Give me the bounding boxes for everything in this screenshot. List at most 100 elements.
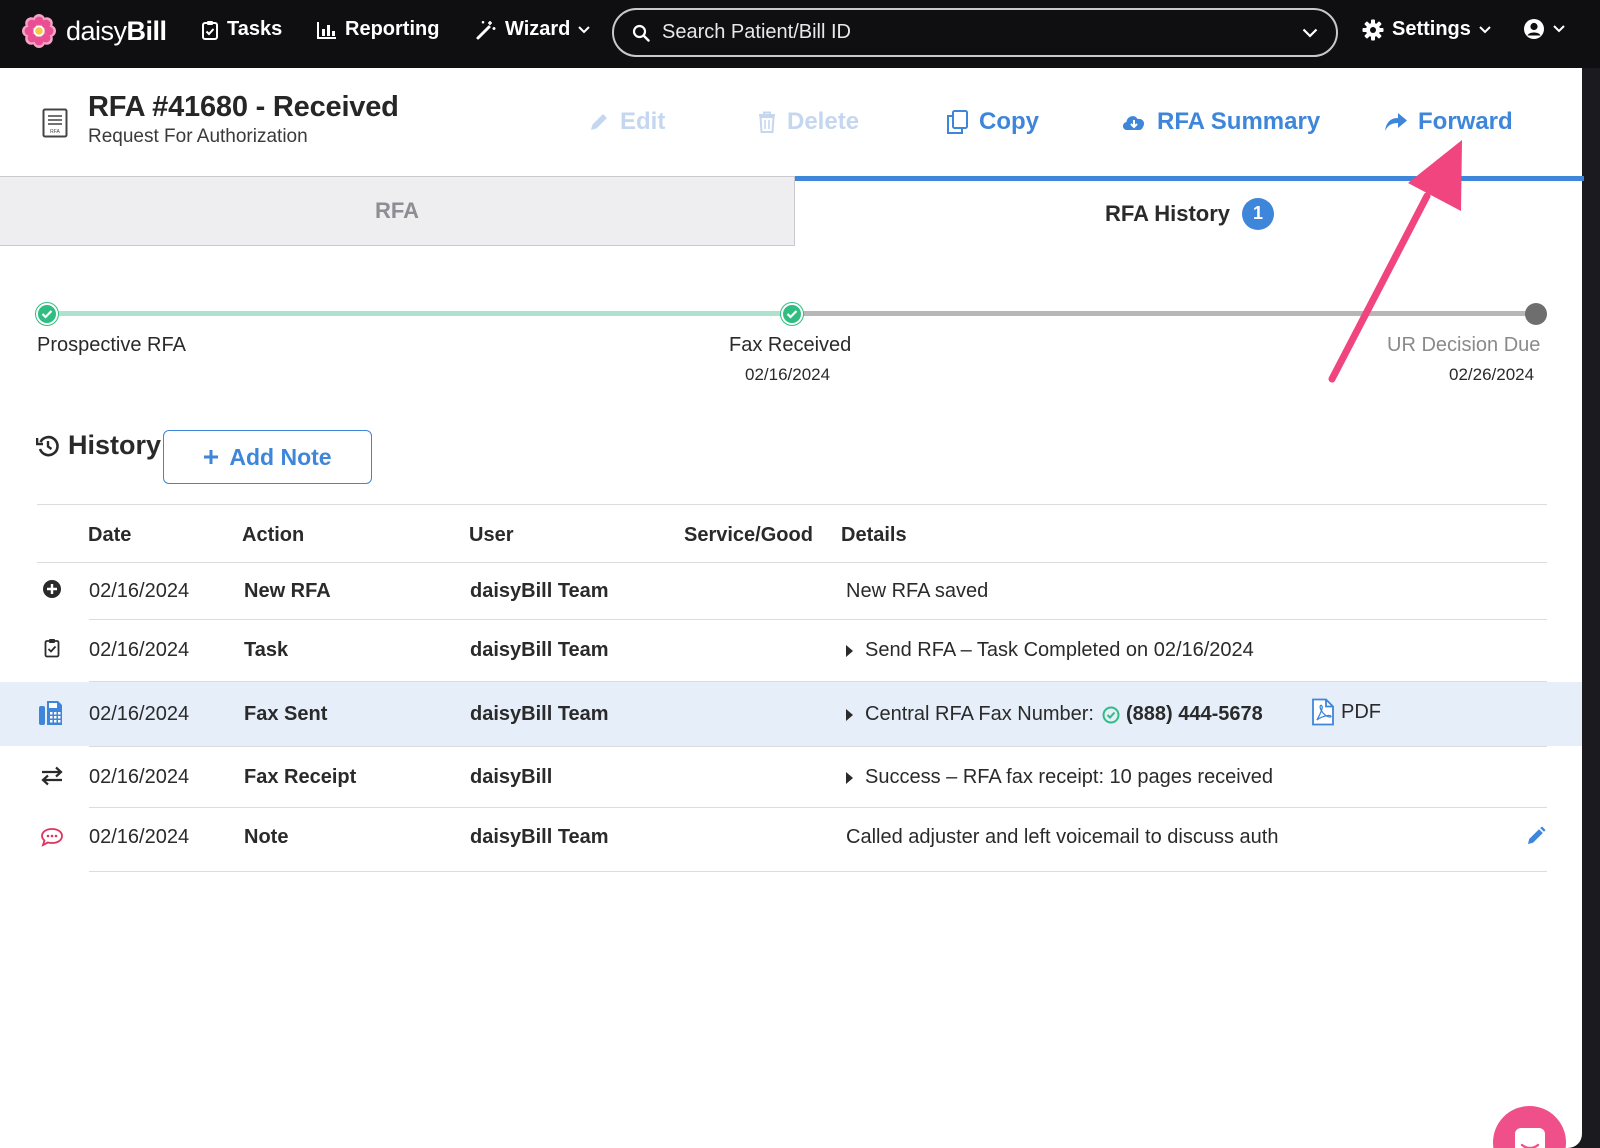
rfa-summary-label: RFA Summary: [1157, 108, 1321, 135]
page-subtitle: Request For Authorization: [88, 126, 308, 147]
caret-right-icon: [846, 708, 853, 721]
search-bar[interactable]: Search Patient/Bill ID: [612, 8, 1338, 57]
nav-reporting[interactable]: Reporting: [317, 18, 439, 41]
row-date: 02/16/2024: [89, 580, 190, 602]
user-menu-dropdown[interactable]: [1523, 18, 1565, 40]
row-user: daisyBill Team: [470, 580, 609, 602]
table-row: 02/16/2024 Note daisyBill Team Called ad…: [0, 808, 1582, 870]
row-details-expandable[interactable]: Success – RFA fax receipt: 10 pages rece…: [846, 766, 1273, 789]
history-heading-label: History: [68, 430, 162, 460]
table-row: 02/16/2024 Fax Receipt daisyBill Success…: [0, 747, 1582, 807]
table-row-highlighted: 02/16/2024 Fax Sent daisyBill Team Centr…: [0, 682, 1582, 746]
nav-settings-dropdown[interactable]: Settings: [1362, 18, 1491, 41]
main-content: RFA RFA #41680 - Received Request For Au…: [0, 68, 1584, 1148]
row-details: Called adjuster and left voicemail to di…: [846, 826, 1279, 848]
row-user: daisyBill Team: [470, 826, 609, 848]
chevron-down-icon[interactable]: [1302, 28, 1318, 38]
clipboard-check-icon: [38, 638, 66, 658]
forward-button[interactable]: Forward: [1384, 108, 1513, 136]
timeline-label-ur-decision-due: UR Decision Due: [1387, 334, 1541, 356]
verified-check-icon: [1102, 706, 1120, 723]
svg-text:RFA: RFA: [50, 129, 60, 135]
row-date: 02/16/2024: [89, 766, 190, 788]
timeline-progress-complete: [46, 311, 791, 316]
chevron-down-icon: [1479, 25, 1491, 33]
edit-button[interactable]: Edit: [588, 108, 665, 136]
magic-wand-icon: [476, 20, 496, 39]
check-icon: [786, 310, 798, 319]
fax-icon: [38, 699, 66, 727]
caret-right-icon: [846, 644, 853, 657]
fax-phone-number: (888) 444-5678: [1125, 703, 1263, 725]
history-heading: History: [36, 430, 161, 461]
row-action: Note: [244, 826, 289, 848]
chevron-down-icon: [1553, 25, 1565, 33]
edit-label: Edit: [620, 108, 666, 135]
table-bottom-divider: [89, 871, 1547, 872]
add-note-label: Add Note: [229, 443, 332, 470]
row-details-expandable[interactable]: Send RFA – Task Completed on 02/16/2024: [846, 639, 1254, 662]
add-note-button[interactable]: Add Note: [163, 430, 372, 484]
pdf-attachment-link[interactable]: PDF: [1311, 698, 1381, 726]
search-icon: [632, 24, 650, 42]
copy-label: Copy: [979, 108, 1039, 135]
timeline-date-ur-decision-due: 02/26/2024: [1449, 365, 1535, 384]
timeline-label-prospective-rfa: Prospective RFA: [37, 334, 186, 356]
timeline-progress-pending: [791, 311, 1535, 316]
column-header-date: Date: [88, 524, 132, 546]
timeline-label-fax-received: Fax Received: [729, 334, 852, 356]
page-title: RFA #41680 - Received: [88, 91, 399, 123]
table-header-divider: [37, 562, 1547, 563]
row-date: 02/16/2024: [89, 703, 190, 725]
row-details-text: Success – RFA fax receipt: 10 pages rece…: [865, 766, 1273, 788]
row-details-text: Central RFA Fax Number:: [865, 703, 1094, 725]
pdf-file-icon: [1312, 698, 1334, 726]
history-count-badge: 1: [1242, 197, 1275, 230]
row-details: New RFA saved: [846, 580, 989, 602]
nav-wizard-label: Wizard: [505, 18, 571, 40]
row-user: daisyBill Team: [470, 639, 609, 661]
timeline-dot-ur-decision-due: [1525, 303, 1547, 325]
tab-rfa-label: RFA: [375, 198, 419, 223]
nav-settings-label: Settings: [1392, 18, 1471, 40]
pencil-icon: [591, 114, 607, 130]
daisybill-logo[interactable]: daisyBill: [22, 14, 167, 48]
rfa-document-icon: RFA: [42, 108, 68, 138]
logo-text-bold: Bill: [126, 15, 168, 46]
search-input[interactable]: Search Patient/Bill ID: [662, 21, 1290, 44]
delete-button[interactable]: Delete: [757, 108, 859, 136]
row-user: daisyBill: [470, 766, 553, 788]
tab-rfa-history[interactable]: RFA History 1: [795, 176, 1584, 246]
exchange-icon: [38, 766, 66, 786]
rfa-summary-button[interactable]: RFA Summary: [1121, 108, 1320, 136]
tab-rfa-history-label: RFA History: [1104, 200, 1231, 226]
share-forward-icon: [1385, 113, 1407, 131]
chat-icon: [1514, 1127, 1545, 1148]
bar-chart-icon: [317, 21, 336, 39]
timeline-date-fax-received: 02/16/2024: [745, 365, 831, 384]
forward-label: Forward: [1418, 108, 1513, 135]
row-action: New RFA: [244, 580, 331, 602]
trash-icon: [759, 111, 775, 133]
column-header-action: Action: [242, 524, 305, 546]
table-row: 02/16/2024 Task daisyBill Team Send RFA …: [0, 620, 1582, 681]
row-action: Fax Sent: [244, 703, 328, 725]
check-icon: [41, 310, 53, 319]
pdf-label: PDF: [1341, 700, 1381, 723]
column-header-user: User: [469, 524, 514, 546]
nav-wizard-dropdown[interactable]: Wizard: [475, 18, 591, 41]
row-details-expandable[interactable]: Central RFA Fax Number: (888) 444-5678: [846, 703, 1263, 726]
edit-note-pencil-icon[interactable]: [1526, 826, 1546, 846]
column-header-service-good: Service/Good: [684, 524, 813, 546]
timeline-dot-fax-received: [781, 303, 803, 325]
logo-text-light: daisy: [66, 15, 127, 46]
row-date: 02/16/2024: [89, 826, 190, 848]
tab-rfa[interactable]: RFA: [0, 176, 795, 246]
plus-icon: [204, 450, 219, 464]
copy-button[interactable]: Copy: [945, 108, 1039, 136]
table-row: 02/16/2024 New RFA daisyBill Team New RF…: [0, 564, 1582, 619]
row-date: 02/16/2024: [89, 639, 190, 661]
nav-tasks[interactable]: Tasks: [201, 18, 282, 41]
column-header-details: Details: [841, 524, 907, 546]
support-chat-button[interactable]: [1493, 1106, 1566, 1148]
